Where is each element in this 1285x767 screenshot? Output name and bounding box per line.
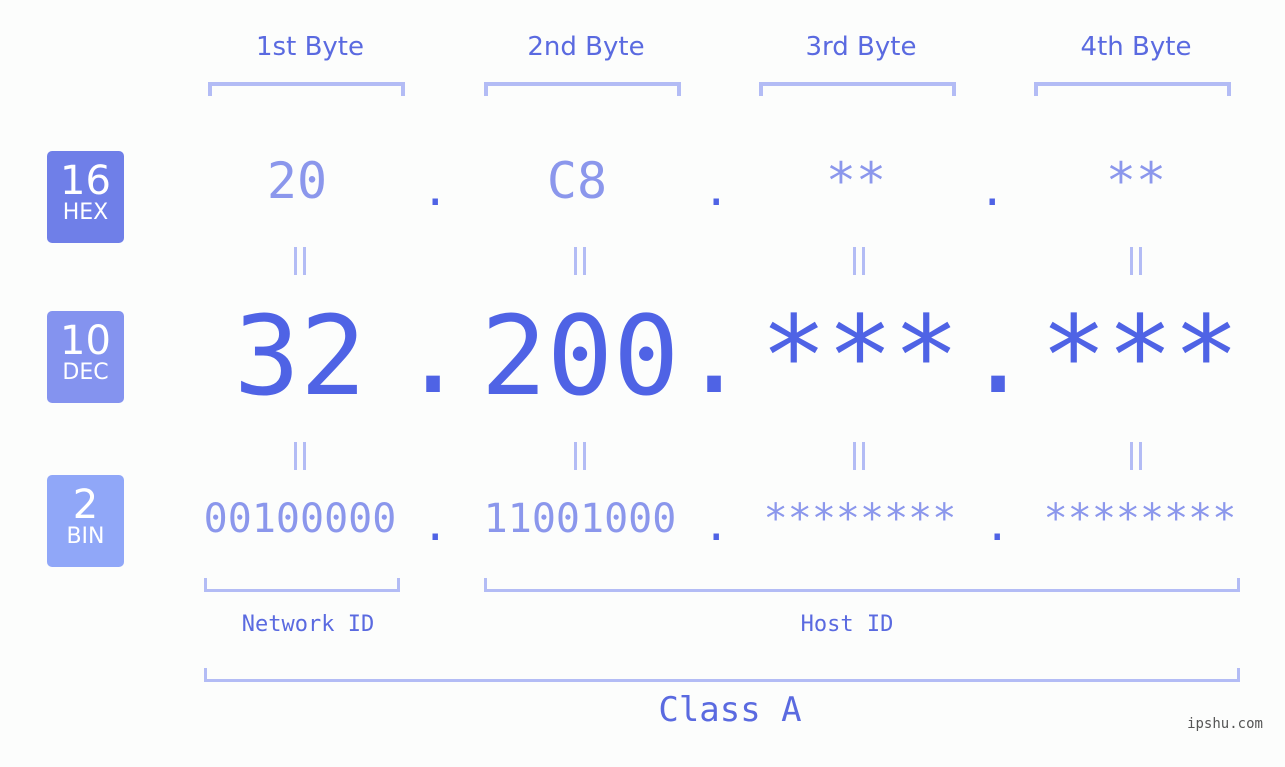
byte-label-2: 2nd Byte [527, 32, 645, 62]
bin-badge-label: BIN [66, 524, 105, 549]
equals-icon [290, 442, 310, 470]
equals-icon [849, 247, 869, 275]
bin-badge-number: 2 [72, 482, 99, 528]
class-bracket [204, 668, 1240, 682]
byte-bracket-4 [1034, 82, 1231, 96]
equals-icon [1126, 442, 1146, 470]
bin-badge: 2 BIN [47, 475, 124, 567]
watermark: ipshu.com [1187, 716, 1263, 732]
dec-byte-3: *** [760, 292, 960, 420]
byte-label-3: 3rd Byte [805, 32, 917, 62]
hex-badge-number: 16 [60, 158, 111, 204]
equals-icon [570, 442, 590, 470]
host-id-label: Host ID [800, 612, 894, 637]
byte-bracket-1 [208, 82, 405, 96]
hex-separator-2: . [703, 165, 730, 216]
byte-label-4: 4th Byte [1080, 32, 1192, 62]
dec-byte-2: 200 [480, 292, 680, 420]
network-id-bracket [204, 578, 400, 592]
hex-badge-label: HEX [62, 200, 109, 225]
bin-separator-1: . [422, 500, 449, 551]
hex-separator-3: . [979, 165, 1006, 216]
equals-icon [849, 442, 869, 470]
hex-badge: 16 HEX [47, 151, 124, 243]
hex-byte-1: 20 [266, 152, 328, 210]
dec-badge-label: DEC [62, 360, 109, 385]
bin-byte-2: 11001000 [483, 496, 677, 542]
byte-label-1: 1st Byte [256, 32, 364, 62]
class-label: Class A [658, 690, 802, 730]
dec-separator-3: . [965, 290, 1032, 418]
equals-icon [290, 247, 310, 275]
bin-byte-3: ******** [763, 496, 957, 542]
network-id-label: Network ID [241, 612, 375, 637]
equals-icon [570, 247, 590, 275]
hex-byte-3: ** [825, 152, 887, 210]
bin-separator-3: . [984, 500, 1011, 551]
bin-byte-4: ******** [1043, 496, 1237, 542]
bin-separator-2: . [703, 500, 730, 551]
equals-icon [1126, 247, 1146, 275]
hex-byte-2: C8 [546, 152, 608, 210]
host-id-bracket [484, 578, 1240, 592]
hex-byte-4: ** [1105, 152, 1167, 210]
dec-badge: 10 DEC [47, 311, 124, 403]
byte-bracket-2 [484, 82, 681, 96]
dec-byte-1: 32 [233, 292, 367, 420]
bin-byte-1: 00100000 [203, 496, 397, 542]
hex-separator-1: . [422, 165, 449, 216]
byte-bracket-3 [759, 82, 956, 96]
dec-byte-4: *** [1040, 292, 1240, 420]
dec-separator-2: . [681, 290, 748, 418]
dec-separator-1: . [400, 290, 467, 418]
dec-badge-number: 10 [60, 318, 111, 364]
